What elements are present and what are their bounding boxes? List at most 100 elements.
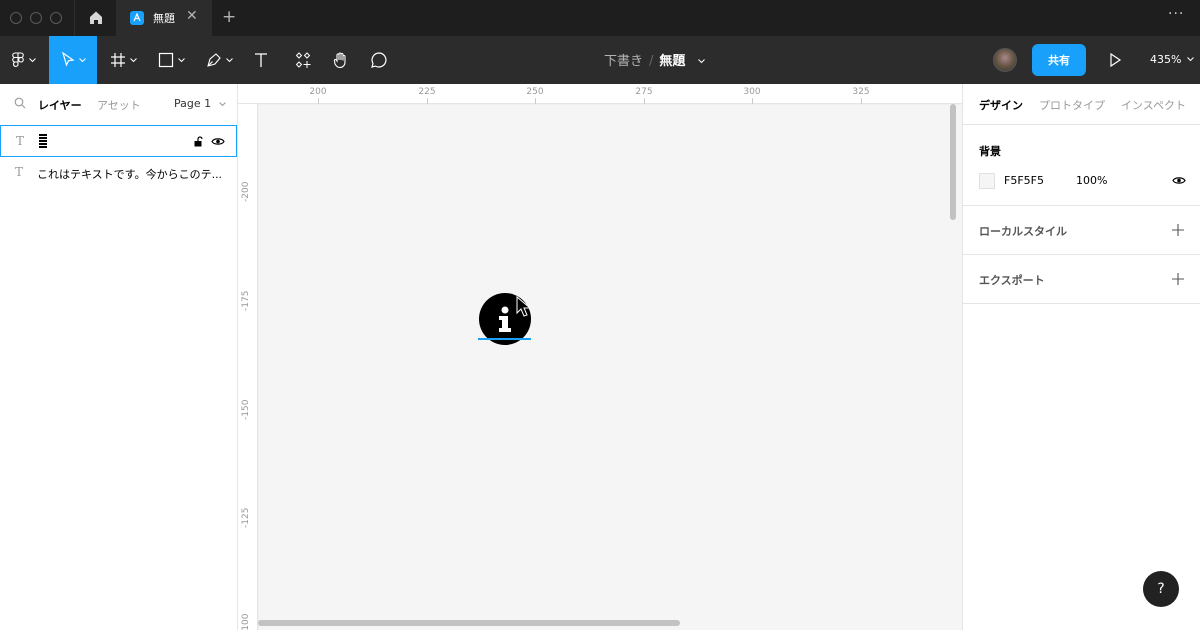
shape-tool-button[interactable]	[148, 36, 194, 84]
chevron-down-icon	[28, 57, 36, 62]
search-icon[interactable]	[14, 97, 26, 109]
background-section: 背景	[963, 125, 1200, 206]
ruler-tick	[752, 98, 753, 104]
tab-bar: 無題 ✕ + ···	[0, 0, 1200, 36]
zoom-level[interactable]: 435%	[1150, 53, 1181, 66]
breadcrumb-project[interactable]: 下書き	[604, 54, 643, 69]
chevron-down-icon[interactable]	[697, 59, 705, 64]
eye-icon[interactable]	[211, 137, 225, 146]
help-button[interactable]: ?	[1143, 571, 1179, 607]
comment-tool-button[interactable]	[362, 36, 396, 84]
hand-tool-button[interactable]	[324, 36, 358, 84]
breadcrumb-file[interactable]: 無題	[659, 54, 685, 69]
cursor-arrow-icon	[61, 52, 75, 67]
frame-tool-button[interactable]	[100, 36, 146, 84]
main-menu-button[interactable]	[0, 36, 46, 84]
add-export-icon[interactable]	[1172, 273, 1184, 285]
resources-button[interactable]	[286, 36, 320, 84]
tab-close-button[interactable]: ✕	[186, 8, 198, 24]
window-minimize-button[interactable]	[30, 12, 42, 24]
share-button[interactable]: 共有	[1032, 44, 1086, 76]
layers-panel: レイヤー アセット Page 1 T T これはテキストです。今からこのテ...	[0, 84, 238, 630]
mouse-cursor-icon	[516, 296, 532, 317]
background-hex-input[interactable]: F5F5F5	[1004, 174, 1044, 187]
tab-design[interactable]: デザイン	[979, 97, 1023, 113]
ruler-label-x: 275	[635, 87, 653, 97]
design-canvas[interactable]	[259, 105, 962, 630]
toolbar: 下書き / 無題 共有 435%	[0, 36, 1200, 84]
background-opacity-input[interactable]: 100%	[1076, 174, 1107, 187]
avatar[interactable]	[993, 48, 1017, 72]
page-selector-label: Page 1	[174, 97, 212, 110]
text-icon	[255, 53, 267, 67]
chevron-down-icon	[129, 57, 137, 62]
tab-prototype[interactable]: プロトタイプ	[1039, 97, 1105, 113]
ruler-label-y: -125	[241, 507, 251, 528]
horizontal-scrollbar[interactable]	[258, 620, 680, 626]
tab-layers[interactable]: レイヤー	[38, 97, 82, 113]
home-icon[interactable]	[86, 8, 106, 28]
ruler-label-x: 225	[418, 87, 436, 97]
chevron-down-icon	[78, 57, 86, 62]
figma-file-icon	[130, 11, 144, 25]
tab-assets[interactable]: アセット	[97, 97, 141, 113]
layer-name-glyph	[39, 134, 47, 148]
vertical-scrollbar[interactable]	[950, 104, 956, 220]
local-styles-section: ローカルスタイル	[963, 206, 1200, 255]
ruler-tick	[861, 98, 862, 104]
unlock-icon[interactable]	[194, 136, 203, 147]
ruler-label-x: 250	[526, 87, 544, 97]
left-panel-tabs: レイヤー アセット Page 1	[0, 84, 237, 124]
ruler-label-y: -175	[241, 290, 251, 311]
eye-icon[interactable]	[1172, 176, 1186, 185]
text-layer-icon: T	[16, 134, 25, 148]
properties-panel: デザイン プロトタイプ インスペクト 背景 F5F5F5 100% ローカルスタ…	[962, 84, 1200, 630]
hand-icon	[333, 52, 346, 69]
ruler-tick	[318, 98, 319, 104]
more-menu-button[interactable]: ···	[1168, 6, 1184, 22]
rectangle-icon	[158, 52, 173, 68]
layer-row[interactable]: T これはテキストです。今からこのテ...	[0, 157, 237, 189]
selection-outline	[478, 338, 531, 340]
pen-icon	[206, 53, 221, 67]
ruler-label-y: -150	[241, 399, 251, 420]
page-selector[interactable]: Page 1	[174, 97, 226, 110]
ruler-tick	[427, 98, 428, 104]
add-style-icon[interactable]	[1172, 224, 1184, 236]
frame-icon	[110, 53, 125, 67]
ruler-label-y: -100	[241, 613, 251, 630]
chevron-down-icon	[218, 102, 226, 107]
chevron-down-icon[interactable]	[1187, 57, 1194, 62]
export-title: エクスポート	[979, 274, 1045, 287]
tab-inspect[interactable]: インスペクト	[1121, 97, 1186, 113]
horizontal-ruler: 200 225 250 275 300 325	[238, 84, 962, 104]
text-tool-button[interactable]	[244, 36, 278, 84]
play-icon[interactable]	[1108, 52, 1122, 68]
ruler-label-x: 325	[852, 87, 870, 97]
ruler-label-y: -200	[241, 181, 251, 202]
ruler-label-x: 200	[309, 87, 327, 97]
layer-row-selected[interactable]: T	[0, 125, 237, 157]
text-layer-icon: T	[15, 165, 24, 179]
vertical-ruler: -200 -175 -150 -125 -100	[238, 104, 258, 630]
window-zoom-button[interactable]	[50, 12, 62, 24]
ruler-label-x: 300	[743, 87, 761, 97]
ruler-tick	[644, 98, 645, 104]
new-tab-button[interactable]: +	[222, 7, 236, 27]
chevron-down-icon	[177, 57, 185, 62]
comment-icon	[371, 52, 387, 68]
background-color-swatch[interactable]	[979, 173, 995, 189]
chevron-down-icon	[225, 57, 233, 62]
tab-title: 無題	[153, 12, 175, 25]
right-panel-tabs: デザイン プロトタイプ インスペクト	[963, 84, 1200, 125]
divider	[74, 0, 75, 36]
move-tool-button[interactable]	[49, 36, 97, 84]
file-tab[interactable]: 無題 ✕	[116, 0, 212, 36]
window-close-button[interactable]	[10, 12, 22, 24]
local-styles-title: ローカルスタイル	[979, 225, 1067, 238]
layer-name[interactable]: これはテキストです。今からこのテ...	[37, 166, 222, 182]
pen-tool-button[interactable]	[196, 36, 242, 84]
ruler-tick	[535, 98, 536, 104]
components-icon	[295, 52, 311, 68]
breadcrumb: 下書き / 無題	[604, 50, 705, 69]
